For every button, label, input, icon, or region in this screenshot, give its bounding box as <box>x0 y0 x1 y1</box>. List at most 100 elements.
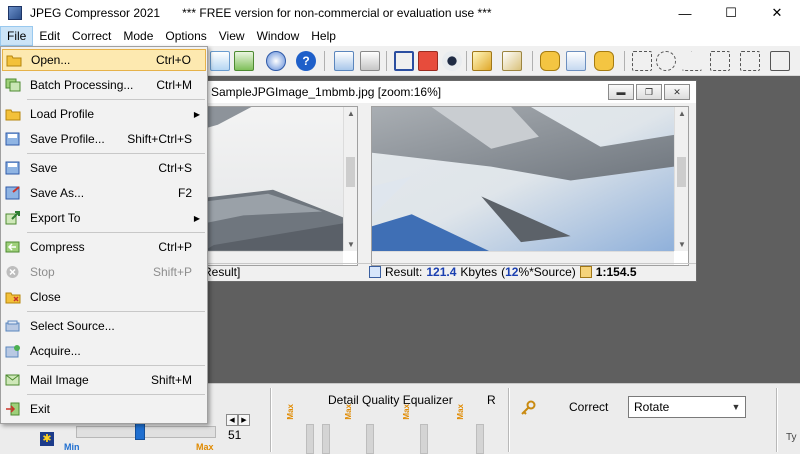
quality-value[interactable]: 51 <box>226 428 256 444</box>
menu-view[interactable]: View <box>213 26 251 46</box>
quality-star-icon: ✱ <box>40 432 54 446</box>
key-icon <box>521 400 536 415</box>
exit-icon <box>5 401 21 417</box>
batch-icon <box>5 77 21 93</box>
toolbar-note-icon[interactable] <box>502 51 522 71</box>
title-bar: JPEG Compressor 2021 *** FREE version fo… <box>0 0 800 26</box>
source-image-pane[interactable]: ▲ ▼ <box>203 106 358 266</box>
equalizer-band-5[interactable] <box>476 424 484 454</box>
correct-dropdown[interactable]: Rotate ▼ <box>628 396 746 418</box>
result-vertical-scrollbar[interactable]: ▲ ▼ <box>674 107 688 251</box>
source-scroll-thumb[interactable] <box>346 157 355 187</box>
menu-bar: File Edit Correct Mode Options View Wind… <box>0 26 800 46</box>
acquire-icon <box>5 343 21 359</box>
equalizer-band-1[interactable] <box>306 424 314 454</box>
quality-max-label: Max <box>196 442 214 452</box>
image-window-restore[interactable]: ❐ <box>636 84 662 100</box>
close-button[interactable]: ✕ <box>754 0 800 26</box>
menu-file[interactable]: File <box>0 26 34 46</box>
menu-item-mail-image[interactable]: Mail Image Shift+M <box>2 369 206 391</box>
toolbar-hand-icon[interactable] <box>540 51 560 71</box>
menu-item-open[interactable]: Open... Ctrl+O <box>2 49 206 71</box>
toolbar-redeye-icon[interactable] <box>442 51 462 71</box>
menu-item-exit[interactable]: Exit <box>2 398 206 420</box>
toolbar-zoom-icon[interactable] <box>566 51 586 71</box>
quality-min-label: Min <box>64 442 80 452</box>
menu-item-load-profile[interactable]: Load Profile ▶ <box>2 103 206 125</box>
source-status-text: Result] <box>203 265 241 279</box>
toolbar-ellipse-select-icon[interactable] <box>656 51 676 71</box>
menu-item-save[interactable]: Save Ctrl+S <box>2 157 206 179</box>
file-menu-dropdown: Open... Ctrl+O Batch Processing... Ctrl+… <box>0 46 208 424</box>
equalizer-band-4[interactable] <box>420 424 428 454</box>
menu-item-select-source[interactable]: Select Source... <box>2 315 206 337</box>
menu-window[interactable]: Window <box>251 26 306 46</box>
menu-edit[interactable]: Edit <box>33 26 66 46</box>
toolbar-open-icon[interactable] <box>210 51 230 71</box>
chevron-down-icon[interactable]: ▼ <box>727 397 745 417</box>
compress-icon <box>5 239 21 255</box>
toolbar-help-icon[interactable]: ? <box>296 51 316 71</box>
image-window-minimize[interactable]: ▬ <box>608 84 634 100</box>
toolbar-compare-icon[interactable] <box>360 51 380 71</box>
menu-item-save-profile[interactable]: Save Profile... Shift+Ctrl+S <box>2 128 206 150</box>
equalizer-band-3[interactable] <box>366 424 374 454</box>
menu-item-stop: Stop Shift+P <box>2 261 206 283</box>
menu-item-acquire[interactable]: Acquire... <box>2 340 206 362</box>
image-status-bar: Result] Result: 121.4 Kbytes (12%*Source… <box>197 263 696 281</box>
toolbar-info-icon[interactable] <box>266 51 286 71</box>
menu-help[interactable]: Help <box>305 26 342 46</box>
quality-decrease-button[interactable]: ◀ <box>226 414 238 426</box>
menu-correct[interactable]: Correct <box>66 26 117 46</box>
submenu-arrow-icon: ▶ <box>193 109 200 119</box>
menu-mode[interactable]: Mode <box>117 26 159 46</box>
equalizer-max-label-1: Max <box>286 404 295 420</box>
toolbar-resize-icon[interactable] <box>418 51 438 71</box>
maximize-button[interactable]: ☐ <box>708 0 754 26</box>
quality-slider-track[interactable] <box>76 426 216 438</box>
submenu-arrow-icon: ▶ <box>193 213 200 223</box>
correct-label: Correct <box>569 400 609 414</box>
quality-increase-button[interactable]: ▶ <box>238 414 250 426</box>
menu-item-save-as[interactable]: Save As... F2 <box>2 182 206 204</box>
menu-options[interactable]: Options <box>159 26 212 46</box>
result-image-icon <box>369 266 381 278</box>
mail-icon <box>5 372 21 388</box>
source-vertical-scrollbar[interactable]: ▲ ▼ <box>343 107 357 251</box>
menu-item-batch-processing[interactable]: Batch Processing... Ctrl+M <box>2 74 206 96</box>
toolbar-window-icon[interactable] <box>334 51 354 71</box>
toolbar-invert-select-icon[interactable] <box>770 51 790 71</box>
toolbar-pan-icon[interactable] <box>594 51 614 71</box>
source-image <box>204 107 343 251</box>
toolbar-magic-select-icon[interactable] <box>740 51 760 71</box>
result-image-pane[interactable]: ▲ ▼ <box>371 106 689 266</box>
result-percent: 12 <box>505 265 519 279</box>
equalizer-band-2[interactable] <box>322 424 330 454</box>
image-window-close[interactable]: ✕ <box>664 84 690 100</box>
toolbar-rect-select-icon[interactable] <box>632 51 652 71</box>
result-scroll-thumb[interactable] <box>677 157 686 187</box>
folder-icon <box>5 106 21 122</box>
save-icon <box>5 160 21 176</box>
close-folder-icon <box>5 289 21 305</box>
image-window[interactable]: SampleJPGImage_1mbmb.jpg [zoom:16%] ▬ ❐ … <box>196 80 697 282</box>
menu-item-export-to[interactable]: Export To ▶ <box>2 207 206 229</box>
image-window-title-bar[interactable]: SampleJPGImage_1mbmb.jpg [zoom:16%] ▬ ❐ … <box>197 81 696 103</box>
result-size: 121.4 <box>426 265 457 279</box>
toolbar-lasso-icon[interactable] <box>682 51 702 71</box>
compression-ratio: 1:154.5 <box>595 265 637 279</box>
save-as-icon <box>5 185 21 201</box>
save-profile-icon <box>5 131 21 147</box>
toolbar-crop-icon[interactable] <box>394 51 414 71</box>
minimize-button[interactable]: — <box>662 0 708 26</box>
result-size-unit: Kbytes <box>460 265 498 279</box>
ratio-icon <box>579 266 592 278</box>
toolbar-edit-icon[interactable] <box>472 51 492 71</box>
free-version-notice: *** FREE version for non-commercial or e… <box>182 6 492 20</box>
toolbar-mail-icon[interactable] <box>234 51 254 71</box>
toolbar-poly-select-icon[interactable] <box>710 51 730 71</box>
menu-item-close[interactable]: Close <box>2 286 206 308</box>
equalizer-title: Detail Quality Equalizer <box>328 393 453 407</box>
quality-slider-thumb[interactable] <box>135 422 146 440</box>
menu-item-compress[interactable]: Compress Ctrl+P <box>2 236 206 258</box>
